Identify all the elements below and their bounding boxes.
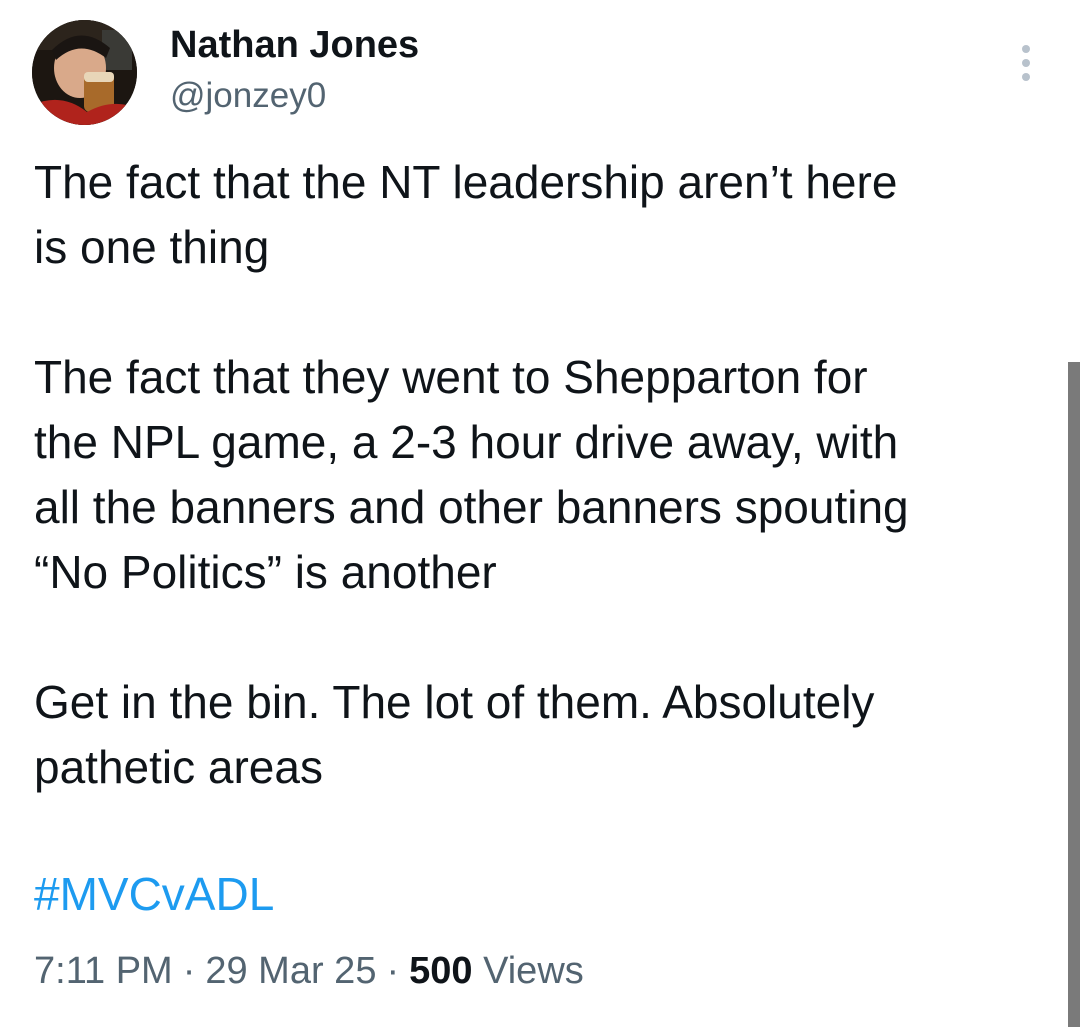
- more-options-button[interactable]: [1010, 40, 1042, 86]
- views-count: 500: [409, 950, 473, 992]
- author-handle[interactable]: @jonzey0: [170, 74, 326, 118]
- more-vertical-icon-dot: [1022, 73, 1030, 81]
- tweet-paragraph: Get in the bin. The lot of them. Absolut…: [34, 676, 875, 793]
- scrollbar[interactable]: [1068, 362, 1080, 1027]
- tweet-paragraph: The fact that the NT leadership aren’t h…: [34, 156, 898, 273]
- tweet-card: Nathan Jones @jonzey0 The fact that the …: [0, 0, 1080, 1027]
- views-label: Views: [483, 950, 584, 992]
- author-display-name[interactable]: Nathan Jones: [170, 22, 419, 68]
- tweet-meta: 7:11 PM · 29 Mar 25 · 500 Views: [34, 946, 584, 996]
- avatar[interactable]: [32, 20, 137, 125]
- tweet-paragraph: The fact that they went to Shepparton fo…: [34, 351, 909, 598]
- meta-separator: ·: [386, 950, 400, 992]
- meta-separator: ·: [182, 950, 196, 992]
- tweet-date[interactable]: 29 Mar 25: [205, 950, 376, 992]
- tweet-text: The fact that the NT leadership aren’t h…: [34, 150, 1044, 865]
- avatar-photo: [32, 20, 137, 125]
- more-vertical-icon: [1022, 45, 1030, 53]
- tweet-time[interactable]: 7:11 PM: [34, 950, 173, 992]
- hashtag-link[interactable]: #MVCvADL: [34, 862, 274, 927]
- more-vertical-icon-dot: [1022, 59, 1030, 67]
